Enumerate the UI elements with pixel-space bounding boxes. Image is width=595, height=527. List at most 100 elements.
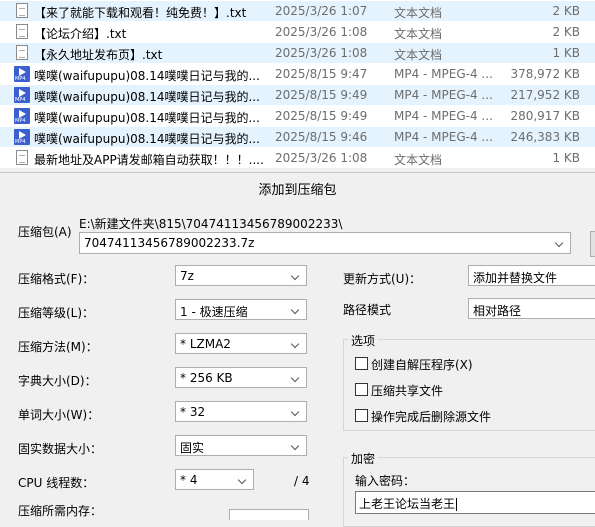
- chevron-down-icon[interactable]: [289, 336, 303, 351]
- password-input[interactable]: 上老王论坛当老王: [355, 491, 595, 514]
- solid-label: 固实数据大小：: [18, 442, 103, 456]
- file-type: 文本文档: [394, 48, 443, 62]
- dialog-title: 添加到压缩包: [258, 183, 337, 198]
- file-list: 【来了就能下载和观看！纯免费！】.txt 2025/3/26 1:07 文本文档 2 …: [0, 0, 595, 168]
- chevron-down-icon[interactable]: [289, 370, 303, 385]
- file-type: 文本文档: [394, 6, 443, 20]
- file-date: 2025/8/15 9:49: [275, 109, 368, 123]
- shared-label: 压缩共享文件: [371, 384, 444, 398]
- update-value: 添加并替换文件: [473, 271, 558, 285]
- method-select[interactable]: * LZMA2: [175, 333, 307, 354]
- path-mode-value: 相对路径: [473, 304, 522, 318]
- dict-label: 字典大小(D)：: [18, 374, 97, 388]
- method-label: 压缩方法(M)：: [18, 340, 98, 354]
- word-value: * 32: [180, 405, 206, 419]
- cpu-label: CPU 线程数：: [18, 476, 95, 490]
- word-select[interactable]: * 32: [175, 401, 307, 422]
- txt-file-icon: [14, 3, 30, 19]
- file-date: 2025/8/15 9:47: [275, 67, 368, 81]
- file-type: 文本文档: [394, 153, 443, 167]
- dict-select[interactable]: * 256 KB: [175, 367, 307, 388]
- file-size: 378,972 KB: [510, 67, 580, 81]
- format-label: 压缩格式(F)：: [18, 272, 95, 286]
- format-select[interactable]: 7z: [175, 265, 307, 286]
- password-value: 上老王论坛当老王: [359, 497, 456, 511]
- level-select[interactable]: 1 - 极速压缩: [175, 299, 307, 320]
- dict-value: * 256 KB: [180, 371, 233, 385]
- shared-checkbox[interactable]: [355, 383, 368, 396]
- delete-source-label: 操作完成后删除源文件: [371, 410, 492, 424]
- memory-value-box: [229, 509, 309, 520]
- mp4-file-icon: MP4: [14, 66, 30, 82]
- file-date: 2025/3/26 1:08: [275, 46, 368, 60]
- file-row[interactable]: 最新地址及APP请发邮箱自动获取！！！.... 2025/3/26 1:08 文本文…: [0, 148, 595, 168]
- chevron-down-icon[interactable]: [289, 268, 303, 283]
- cpu-value: * 4: [180, 473, 198, 487]
- file-row[interactable]: 【来了就能下载和观看！纯免费！】.txt 2025/3/26 1:07 文本文档 2 …: [0, 1, 595, 21]
- file-name: 【论坛介绍】.txt: [34, 27, 127, 41]
- file-size: 246,383 KB: [510, 130, 580, 144]
- txt-file-icon: [14, 24, 30, 40]
- file-name: 噗噗(waifupupu)08.14噗噗日记与我的...: [34, 69, 260, 83]
- archive-path: E:\新建文件夹\815\70474113456789002233\: [79, 217, 343, 231]
- sfx-label: 创建自解压程序(X): [371, 358, 473, 372]
- file-name: 最新地址及APP请发邮箱自动获取！！！....: [34, 153, 264, 167]
- text-caret: [456, 498, 458, 511]
- memory-label: 压缩所需内存：: [18, 504, 103, 518]
- file-type: MP4 - MPEG-4 ...: [394, 88, 493, 102]
- file-date: 2025/3/26 1:08: [275, 25, 368, 39]
- chevron-down-icon[interactable]: [289, 302, 303, 317]
- archive-label: 压缩包(A): [18, 225, 72, 239]
- archive-name-combo[interactable]: 70474113456789002233.7z: [79, 232, 571, 254]
- file-size: 2 KB: [552, 25, 580, 39]
- file-date: 2025/3/26 1:07: [275, 4, 368, 18]
- file-size: 280,917 KB: [510, 109, 580, 123]
- file-row[interactable]: 【永久地址发布页】.txt 2025/3/26 1:08 文本文档 1 KB: [0, 43, 595, 63]
- level-label: 压缩等级(L)：: [18, 306, 95, 320]
- level-value: 1 - 极速压缩: [180, 305, 248, 319]
- file-row[interactable]: 【论坛介绍】.txt 2025/3/26 1:08 文本文档 2 KB: [0, 22, 595, 42]
- file-size: 1 KB: [552, 151, 580, 165]
- cpu-select[interactable]: * 4: [175, 469, 254, 490]
- file-date: 2025/8/15 9:49: [275, 88, 368, 102]
- file-type: MP4 - MPEG-4 ...: [394, 109, 493, 123]
- options-group-label: 选项: [348, 332, 379, 349]
- file-size: 2 KB: [552, 4, 580, 18]
- password-label: 输入密码：: [355, 474, 416, 488]
- solid-select[interactable]: 固实: [175, 435, 307, 456]
- word-label: 单词大小(W)：: [18, 408, 100, 422]
- encryption-group-label: 加密: [348, 450, 379, 467]
- mp4-file-icon: MP4: [14, 108, 30, 124]
- file-type: MP4 - MPEG-4 ...: [394, 130, 493, 144]
- file-row[interactable]: MP4 噗噗(waifupupu)08.14噗噗日记与我的... 2025/8/15…: [0, 127, 595, 147]
- chevron-down-icon[interactable]: [289, 404, 303, 419]
- update-select[interactable]: 添加并替换文件: [468, 265, 595, 286]
- file-row[interactable]: MP4 噗噗(waifupupu)08.14噗噗日记与我的... 2025/8/15…: [0, 85, 595, 105]
- txt-file-icon: [14, 150, 30, 166]
- file-date: 2025/3/26 1:08: [275, 151, 368, 165]
- file-type: 文本文档: [394, 27, 443, 41]
- mp4-file-icon: MP4: [14, 129, 30, 145]
- delete-source-checkbox[interactable]: [355, 409, 368, 422]
- chevron-down-icon[interactable]: [553, 235, 567, 250]
- chevron-down-icon[interactable]: [236, 472, 250, 487]
- cpu-total: / 4: [294, 474, 310, 488]
- browse-button[interactable]: [590, 231, 595, 257]
- sfx-checkbox[interactable]: [355, 357, 368, 370]
- file-row[interactable]: MP4 噗噗(waifupupu)08.14噗噗日记与我的... 2025/8/15…: [0, 106, 595, 126]
- archive-name-value: 70474113456789002233.7z: [84, 236, 255, 250]
- mp4-file-icon: MP4: [14, 87, 30, 103]
- file-name: 【来了就能下载和观看！纯免费！】.txt: [34, 6, 247, 20]
- method-value: * LZMA2: [180, 337, 231, 351]
- txt-file-icon: [14, 45, 30, 61]
- path-mode-select[interactable]: 相对路径: [468, 298, 595, 319]
- path-mode-label: 路径模式: [343, 303, 392, 317]
- file-name: 噗噗(waifupupu)08.14噗噗日记与我的...: [34, 132, 260, 146]
- chevron-down-icon[interactable]: [289, 438, 303, 453]
- format-value: 7z: [180, 269, 194, 283]
- file-row[interactable]: MP4 噗噗(waifupupu)08.14噗噗日记与我的... 2025/8/15…: [0, 64, 595, 84]
- file-name: 噗噗(waifupupu)08.14噗噗日记与我的...: [34, 90, 260, 104]
- update-label: 更新方式(U)：: [343, 272, 422, 286]
- solid-value: 固实: [180, 441, 205, 455]
- file-type: MP4 - MPEG-4 ...: [394, 67, 493, 81]
